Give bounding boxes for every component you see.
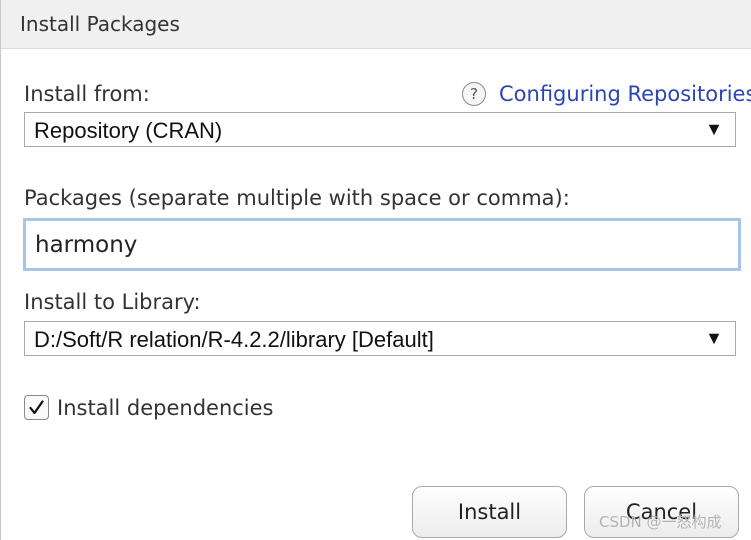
help-link-group[interactable]: ? Configuring Repositories xyxy=(462,82,751,106)
install-from-select[interactable]: Repository (CRAN) ▼ xyxy=(24,112,736,147)
watermark-text: CSDN @一怒构成 xyxy=(599,513,722,531)
install-dependencies-label: Install dependencies xyxy=(57,395,274,420)
install-from-selected-value: Repository (CRAN) xyxy=(34,118,223,143)
install-packages-dialog: Install Packages Install from: ? Configu… xyxy=(0,0,751,540)
checkmark-icon xyxy=(29,400,44,415)
install-dependencies-row[interactable]: Install dependencies xyxy=(24,395,274,420)
packages-input[interactable] xyxy=(23,218,741,271)
install-to-library-label: Install to Library: xyxy=(24,290,201,314)
title-bar: Install Packages xyxy=(1,0,751,49)
install-dependencies-checkbox[interactable] xyxy=(24,395,49,420)
library-select[interactable]: D:/Soft/R relation/R-4.2.2/library [Defa… xyxy=(24,321,736,356)
configuring-repositories-link[interactable]: Configuring Repositories xyxy=(499,82,751,106)
packages-label: Packages (separate multiple with space o… xyxy=(24,186,570,210)
dropdown-arrow-icon: ▼ xyxy=(705,328,723,348)
install-from-label: Install from: xyxy=(24,82,150,106)
dropdown-arrow-icon: ▼ xyxy=(705,119,723,139)
install-button[interactable]: Install xyxy=(412,486,567,538)
dialog-title: Install Packages xyxy=(20,12,180,36)
help-circle-icon[interactable]: ? xyxy=(462,82,486,106)
library-selected-value: D:/Soft/R relation/R-4.2.2/library [Defa… xyxy=(34,327,434,352)
